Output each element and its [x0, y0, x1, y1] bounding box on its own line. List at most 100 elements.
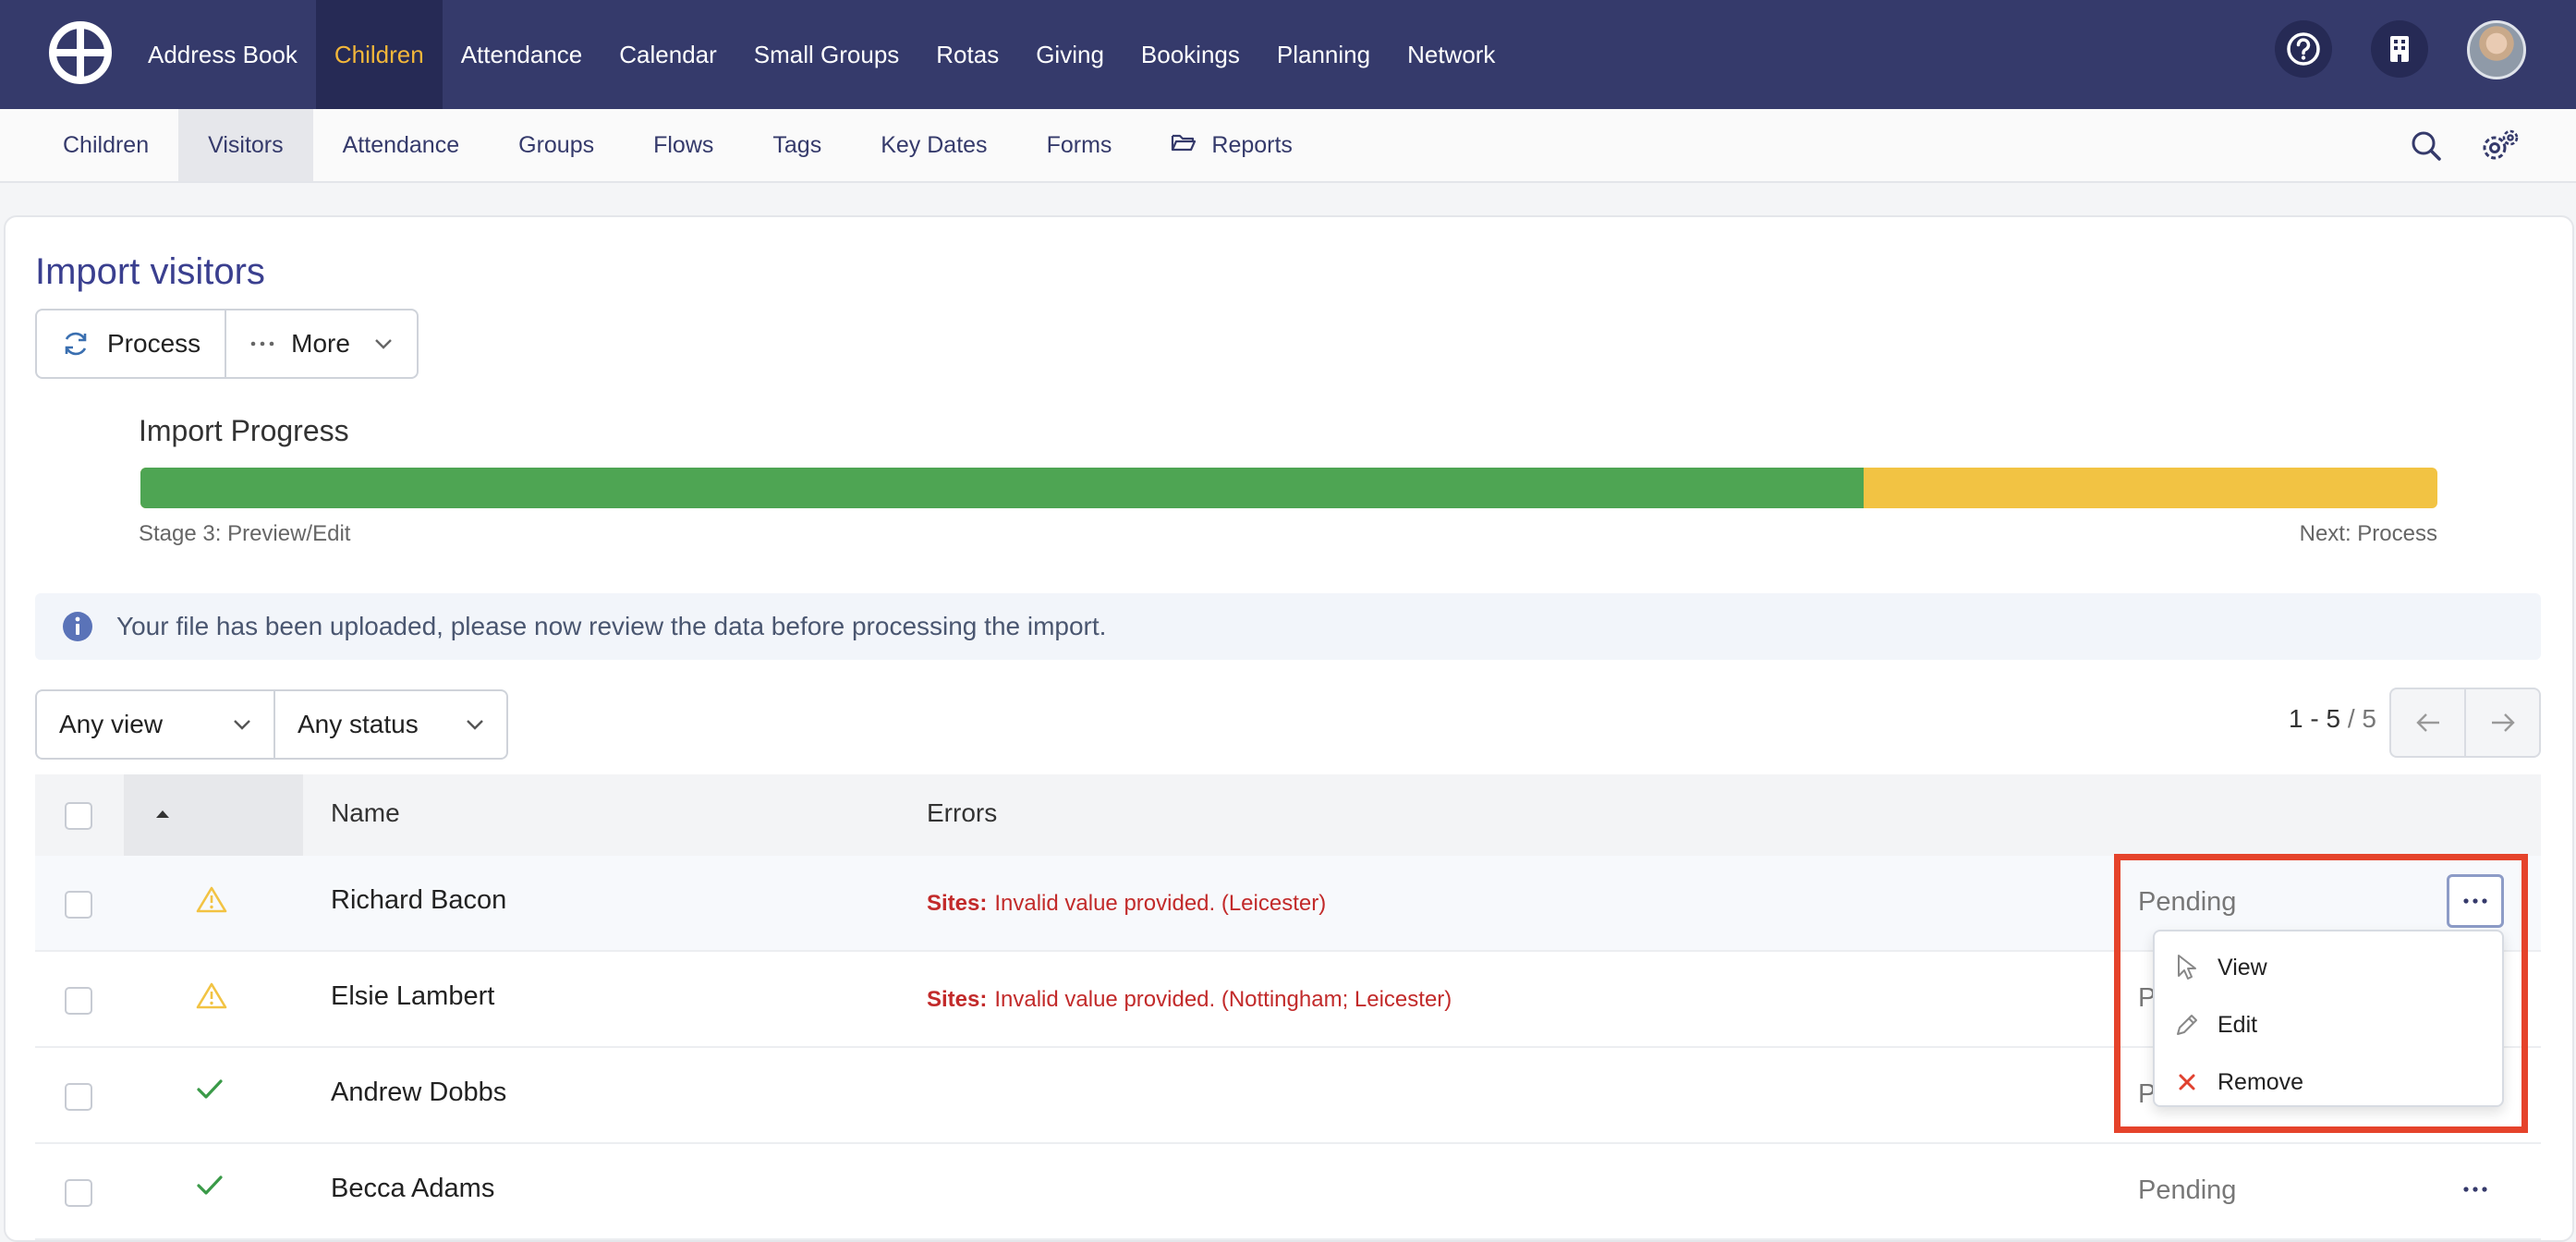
action-button-group: Process More [35, 309, 419, 379]
info-banner: Your file has been uploaded, please now … [35, 593, 2541, 660]
row-name: Becca Adams [331, 1174, 495, 1203]
row-checkbox[interactable] [65, 987, 92, 1015]
filter-group: Any view Any status [35, 689, 508, 760]
topnav-attendance[interactable]: Attendance [443, 0, 601, 109]
view-filter-select[interactable]: Any view [37, 691, 273, 758]
row-actions-button[interactable] [2447, 1163, 2504, 1216]
row-name: Richard Bacon [331, 885, 507, 915]
chevron-down-icon [374, 338, 393, 349]
row-error-label: Sites: [927, 987, 988, 1012]
topnav-bookings[interactable]: Bookings [1123, 0, 1258, 109]
pagination-range-value: 1 - 5 [2289, 704, 2341, 733]
pagination-controls [2389, 688, 2541, 758]
subnav-reports[interactable]: Reports [1141, 109, 1322, 181]
status-filter-value: Any status [298, 710, 419, 738]
subnav-children[interactable]: Children [33, 109, 178, 181]
import-progress-bar [140, 468, 2437, 508]
search-icon[interactable] [2406, 126, 2447, 166]
row-error-text: Invalid value provided. (Nottingham; Lei… [994, 987, 1452, 1012]
topnav-rotas[interactable]: Rotas [917, 0, 1017, 109]
info-icon [61, 610, 94, 648]
select-all-checkbox[interactable] [65, 802, 92, 830]
cursor-icon [2171, 952, 2203, 983]
menu-item-remove-label: Remove [2218, 1068, 2304, 1095]
pagination-separator: / [2347, 704, 2363, 733]
menu-item-edit[interactable]: Edit [2155, 996, 2502, 1053]
process-button[interactable]: Process [37, 310, 225, 377]
next-page-button[interactable] [2464, 689, 2539, 756]
close-icon [2171, 1066, 2203, 1098]
arrow-right-icon [2490, 712, 2516, 733]
warning-icon [196, 885, 227, 918]
table-header: Name Errors [35, 774, 2541, 856]
secondary-navigation-bar: Children Visitors Attendance Groups Flow… [0, 109, 2576, 183]
more-button-label: More [291, 329, 350, 358]
row-actions-button[interactable] [2447, 874, 2504, 928]
info-banner-text: Your file has been uploaded, please now … [116, 612, 1107, 640]
chevron-down-icon [233, 719, 251, 730]
row-actions-menu: View Edit Remove [2153, 930, 2504, 1107]
row-name: Elsie Lambert [331, 981, 495, 1011]
ellipsis-icon [250, 340, 274, 347]
subnav-key-dates[interactable]: Key Dates [851, 109, 1016, 181]
topnav-network[interactable]: Network [1389, 0, 1513, 109]
folder-open-icon [1171, 132, 1197, 159]
ellipsis-icon [2463, 1186, 2487, 1193]
row-checkbox[interactable] [65, 1179, 92, 1207]
check-icon [196, 1078, 224, 1106]
row-checkbox[interactable] [65, 1083, 92, 1111]
progress-fill [140, 468, 1864, 508]
warning-icon [196, 981, 227, 1014]
topnav-calendar[interactable]: Calendar [601, 0, 735, 109]
avatar[interactable] [2467, 20, 2526, 79]
pencil-icon [2171, 1009, 2203, 1041]
subnav-flows[interactable]: Flows [624, 109, 743, 181]
top-navigation-bar: Address Book Children Attendance Calenda… [0, 0, 2576, 109]
building-icon[interactable] [2371, 20, 2428, 78]
help-icon[interactable] [2275, 20, 2332, 78]
process-button-label: Process [107, 329, 201, 358]
row-status: Pending [2138, 1175, 2237, 1205]
progress-stage-text: Stage 3: Preview/Edit [139, 521, 351, 546]
topnav-small-groups[interactable]: Small Groups [735, 0, 918, 109]
row-name: Andrew Dobbs [331, 1078, 507, 1107]
row-error-label: Sites: [927, 891, 988, 916]
subnav-attendance[interactable]: Attendance [313, 109, 490, 181]
previous-page-button[interactable] [2391, 689, 2464, 756]
subnav-forms[interactable]: Forms [1017, 109, 1142, 181]
row-checkbox[interactable] [65, 891, 92, 919]
menu-item-remove[interactable]: Remove [2155, 1053, 2502, 1111]
topnav-giving[interactable]: Giving [1017, 0, 1123, 109]
view-filter-value: Any view [59, 710, 164, 738]
logo-icon[interactable] [48, 20, 113, 85]
errors-column-header: Errors [927, 798, 998, 827]
row-status: Pending [2138, 887, 2237, 917]
name-column-header[interactable]: Name [331, 798, 400, 828]
topnav-address-book[interactable]: Address Book [129, 0, 316, 109]
row-error: Sites: Invalid value provided. (Nottingha… [927, 987, 1452, 1013]
row-error: Sites: Invalid value provided. (Leicester… [927, 891, 1326, 917]
pagination-range: 1 - 5 / 5 [2289, 704, 2376, 734]
ellipsis-icon [2463, 897, 2487, 905]
page-title: Import visitors [35, 251, 265, 292]
topnav-children[interactable]: Children [315, 0, 443, 109]
settings-icon[interactable] [2480, 126, 2521, 166]
status-filter-select[interactable]: Any status [273, 691, 506, 758]
check-icon [196, 1174, 224, 1202]
topnav-planning[interactable]: Planning [1258, 0, 1389, 109]
refresh-icon [61, 329, 91, 359]
table-row[interactable]: Becca Adams Pending [35, 1144, 2541, 1240]
more-button[interactable]: More [225, 310, 417, 377]
progress-next-text: Next: Process [2299, 521, 2437, 546]
sort-up-icon [155, 810, 170, 819]
pagination-total: 5 [2362, 704, 2376, 733]
subnav-visitors[interactable]: Visitors [178, 109, 313, 181]
row-error-text: Invalid value provided. (Leicester) [994, 891, 1327, 916]
sort-column-header[interactable] [124, 774, 303, 856]
subnav-groups[interactable]: Groups [489, 109, 624, 181]
arrow-left-icon [2415, 712, 2441, 733]
menu-item-view[interactable]: View [2155, 939, 2502, 996]
menu-item-edit-label: Edit [2218, 1011, 2258, 1038]
subnav-tags[interactable]: Tags [743, 109, 851, 181]
menu-item-view-label: View [2218, 954, 2267, 980]
